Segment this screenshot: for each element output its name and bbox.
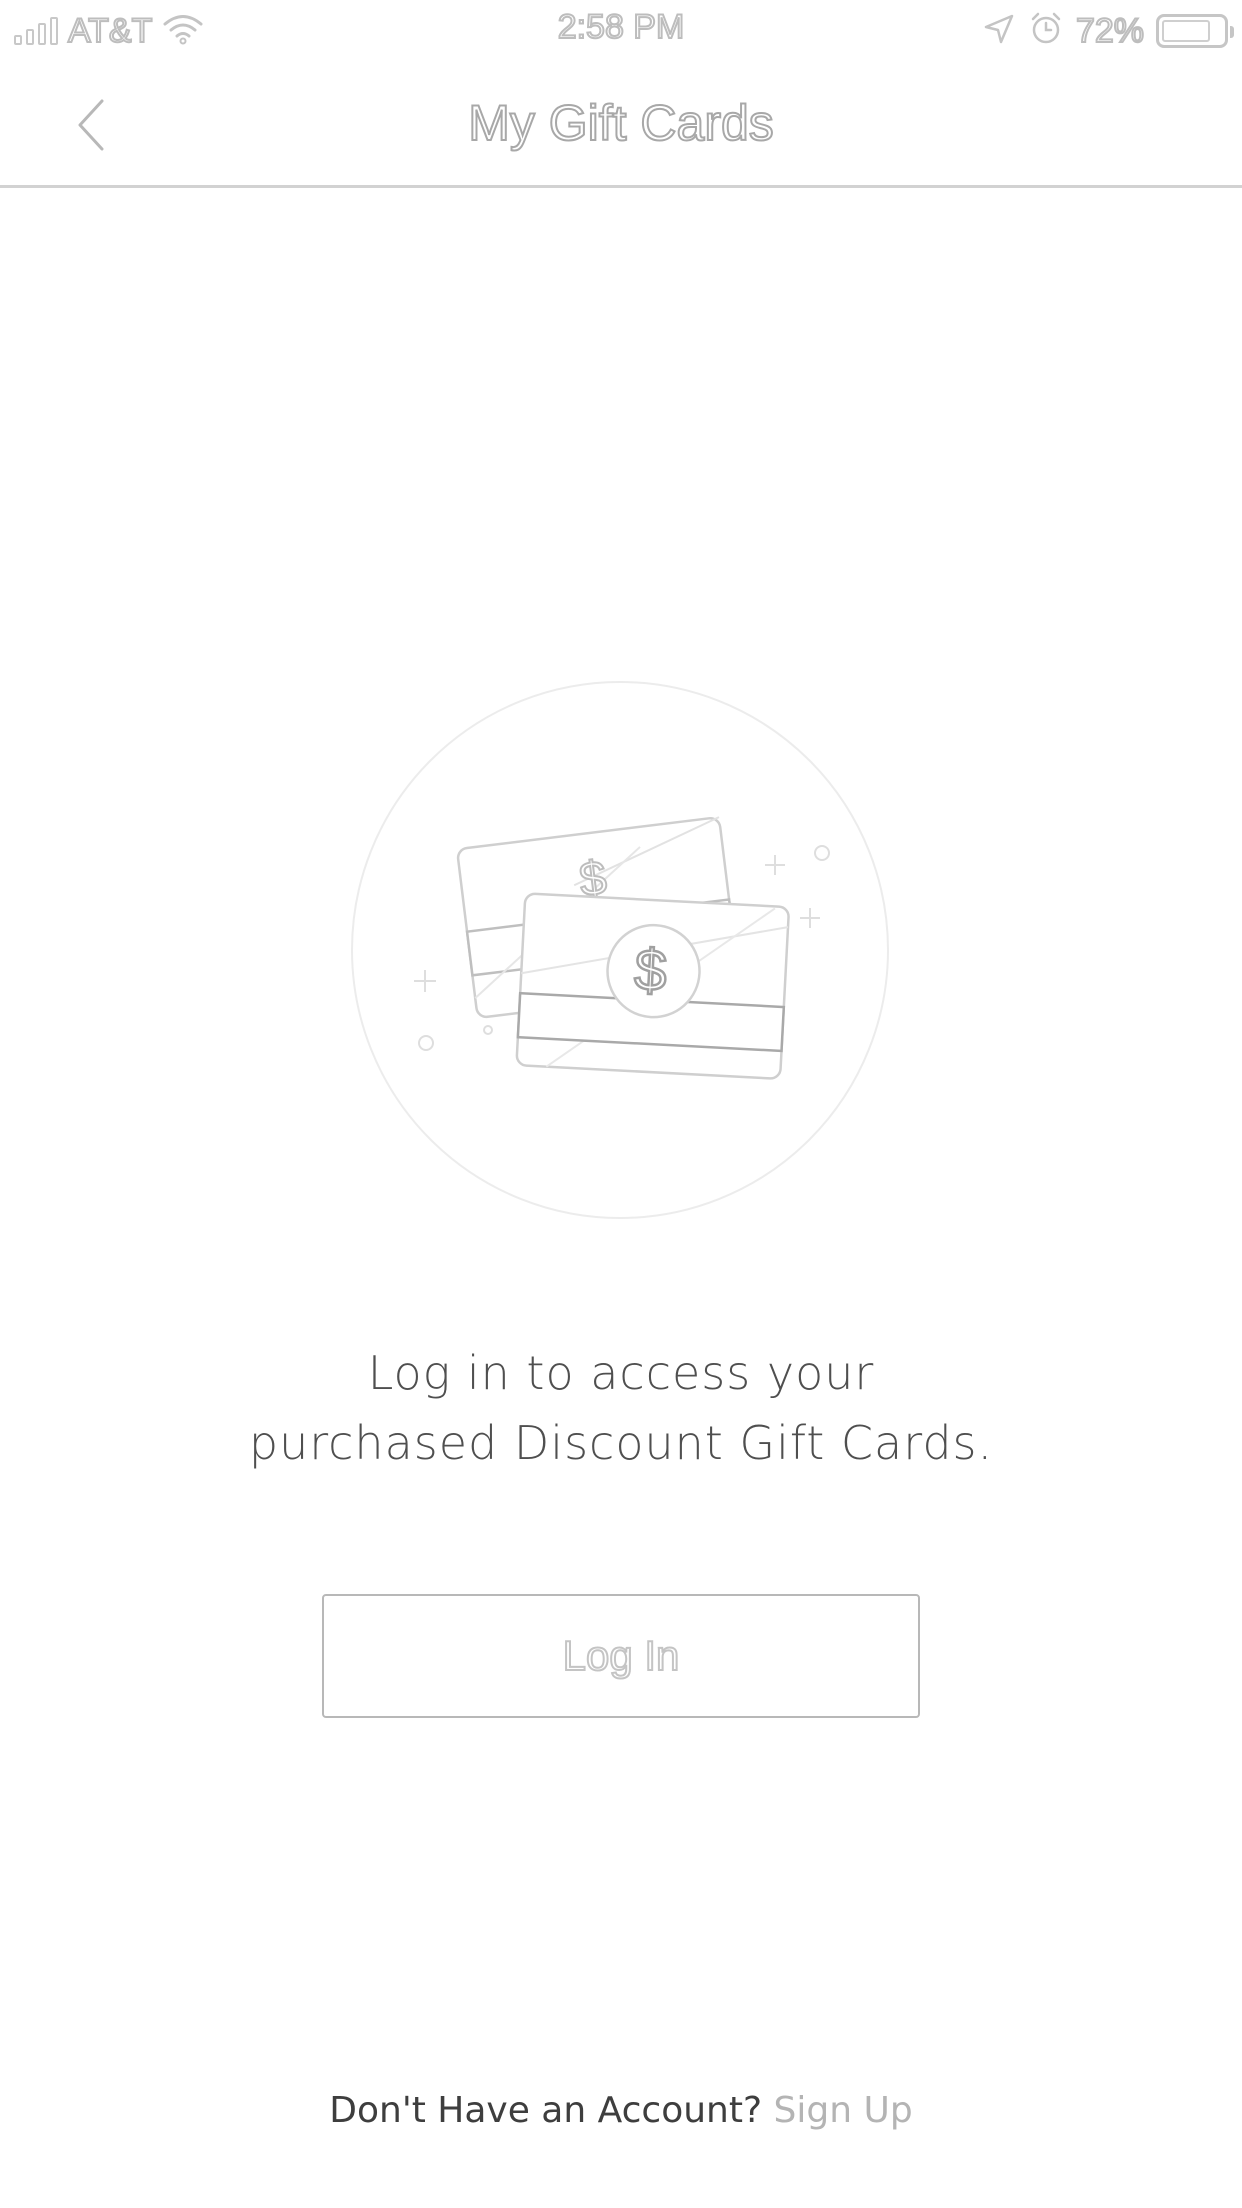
signup-link[interactable]: Sign Up [774,2090,913,2131]
svg-text:$: $ [633,937,669,1004]
battery-level [1162,20,1210,42]
gift-cards-screen: AT&T 2:58 PM 72% My Gift Cards $ $ Log i… [0,0,1242,2208]
message-line-2: purchased Discount Gift Cards. [248,1416,994,1470]
status-right: 72% [982,10,1234,52]
login-button[interactable]: Log In [322,1594,920,1718]
gift-cards-illustration: $ $ [350,680,890,1220]
account-prompt: Don't Have an Account? [329,2090,763,2131]
page-title: My Gift Cards [467,94,775,152]
battery-percent: 72% [1075,11,1145,51]
nav-bar: My Gift Cards [0,60,1242,188]
alarm-icon [1028,11,1064,51]
status-bar: AT&T 2:58 PM 72% [0,0,1242,60]
signup-footer: Don't Have an Account? Sign Up [0,2090,1242,2131]
battery-icon [1156,14,1234,48]
login-prompt-message: Log in to access your purchased Discount… [0,1338,1242,1478]
message-line-1: Log in to access your [367,1346,875,1400]
location-icon [982,12,1016,50]
gift-cards-icon: $ $ [351,681,889,1219]
login-button-label: Log In [562,1631,681,1680]
